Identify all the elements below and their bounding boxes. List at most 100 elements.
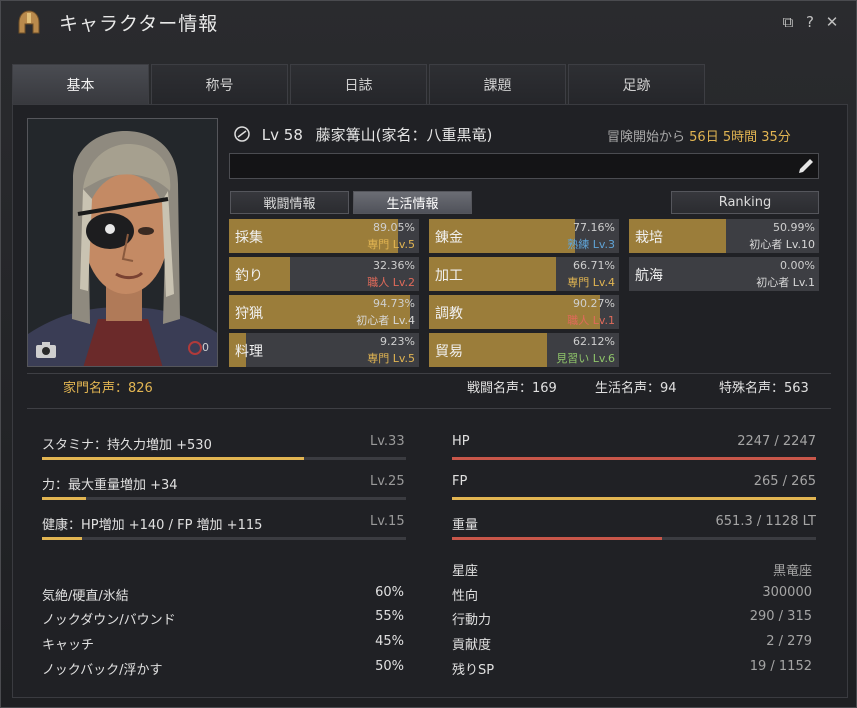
resist-label: キャッチ [42, 638, 95, 653]
resource-value: 651.3 / 1128 LT [715, 514, 816, 529]
introduction-field[interactable] [229, 153, 819, 179]
character-name: 藤家篝山(家名：八重黒竜) [315, 126, 493, 144]
life-skill-percent: 32.36% [373, 259, 415, 272]
tab-footprints[interactable]: 足跡 [568, 64, 705, 104]
life-skill-rank: 専門 Lv.4 [567, 276, 615, 289]
resist-value: 45% [375, 634, 404, 649]
life-skill-name: 錬金 [435, 230, 463, 246]
divider [27, 408, 831, 409]
resource-value: 2247 / 2247 [737, 434, 816, 449]
stat-progress-bar [42, 497, 406, 500]
stat-progress-fill [42, 497, 86, 500]
life-skill-rank: 職人 Lv.2 [367, 276, 415, 289]
life-skill-name: 航海 [635, 268, 663, 284]
resist-label: ノックダウン/バウンド [42, 613, 176, 628]
window-title: キャラクター情報 [59, 13, 219, 35]
resist-label: 気絶/硬直/氷結 [42, 589, 129, 604]
life-skill-name: 調教 [435, 306, 463, 322]
subtab-combat[interactable]: 戦闘情報 [230, 191, 349, 214]
character-header: Lv 58 藤家篝山(家名：八重黒竜) [233, 124, 492, 145]
life-skill-rank: 職人 Lv.1 [567, 314, 615, 327]
stat-level: Lv.15 [370, 514, 405, 529]
character-portrait[interactable] [27, 118, 218, 367]
special-fame: 特殊名声：563 [719, 381, 809, 396]
life-skill-rank: 初心者 Lv.10 [749, 238, 815, 251]
badge-count: 0 [202, 341, 209, 354]
life-skill-cell[interactable]: 錬金 77.16% 熟練 Lv.3 [429, 219, 619, 253]
life-skill-rank: 初心者 Lv.4 [356, 314, 415, 327]
helmet-icon [18, 10, 40, 34]
resist-value: 60% [375, 585, 404, 600]
adventure-value: 56日 5時間 35分 [689, 130, 791, 145]
help-button[interactable]: ? [801, 13, 819, 31]
info-label: 残りSP [452, 663, 495, 678]
info-label: 性向 [452, 589, 479, 604]
info-value: 黒竜座 [772, 564, 812, 579]
life-skill-name: 採集 [235, 230, 263, 246]
ranking-button[interactable]: Ranking [671, 191, 819, 214]
life-skill-rank: 初心者 Lv.1 [756, 276, 815, 289]
stat-label: 力：最大重量増加 +34 [42, 478, 178, 493]
life-skill-percent: 50.99% [773, 221, 815, 234]
tab-titles[interactable]: 称号 [151, 64, 288, 104]
life-skill-name: 狩猟 [235, 306, 263, 322]
resource-label: HP [452, 434, 470, 449]
title-bar[interactable]: キャラクター情報 ⧉ ? ✕ [1, 1, 856, 45]
info-label: 貢献度 [452, 638, 492, 653]
life-skill-rank: 専門 Lv.5 [367, 238, 415, 251]
stat-progress-fill [42, 537, 83, 540]
portrait-badge: 0 [188, 341, 216, 361]
life-skill-percent: 94.73% [373, 297, 415, 310]
character-level: Lv 58 [261, 126, 303, 144]
life-skill-rank: 見習い Lv.6 [556, 352, 615, 365]
life-skill-percent: 77.16% [573, 221, 615, 234]
character-info-window: キャラクター情報 ⧉ ? ✕ 基本 称号 日誌 課題 足跡 0 Lv 58 藤家… [0, 0, 857, 708]
life-skill-cell[interactable]: 調教 90.27% 職人 Lv.1 [429, 295, 619, 329]
resource-fill [452, 537, 663, 540]
combat-fame: 戦闘名声：169 [467, 381, 557, 396]
life-skill-percent: 0.00% [780, 259, 815, 272]
stat-progress-bar [42, 537, 406, 540]
life-skill-percent: 90.27% [573, 297, 615, 310]
life-skill-cell[interactable]: 貿易 62.12% 見習い Lv.6 [429, 333, 619, 367]
resource-bar [452, 497, 816, 500]
life-skill-name: 料理 [235, 344, 263, 360]
info-value: 2 / 279 [766, 634, 812, 649]
divider [27, 373, 831, 374]
life-skill-name: 加工 [435, 268, 463, 284]
info-value: 19 / 1152 [749, 659, 812, 674]
life-skill-cell[interactable]: 料理 9.23% 専門 Lv.5 [229, 333, 419, 367]
life-skill-cell[interactable]: 釣り 32.36% 職人 Lv.2 [229, 257, 419, 291]
pencil-icon[interactable] [796, 156, 816, 176]
close-button[interactable]: ✕ [823, 13, 841, 31]
resource-label: 重量 [452, 518, 479, 533]
resist-value: 55% [375, 609, 404, 624]
tab-basic[interactable]: 基本 [12, 64, 149, 104]
life-skill-cell[interactable]: 狩猟 94.73% 初心者 Lv.4 [229, 295, 419, 329]
life-skill-name: 釣り [235, 268, 263, 284]
resource-bar [452, 537, 816, 540]
life-skill-cell[interactable]: 栽培 50.99% 初心者 Lv.10 [629, 219, 819, 253]
subtab-life[interactable]: 生活情報 [353, 191, 472, 214]
tab-journal[interactable]: 日誌 [290, 64, 427, 104]
info-label: 星座 [452, 564, 479, 579]
life-skill-cell[interactable]: 採集 89.05% 専門 Lv.5 [229, 219, 419, 253]
life-skill-rank: 熟練 Lv.3 [567, 238, 615, 251]
life-fame: 生活名声：94 [595, 381, 677, 396]
camera-icon[interactable] [35, 341, 57, 359]
main-tabs: 基本 称号 日誌 課題 足跡 [12, 64, 848, 104]
life-skill-cell[interactable]: 航海 0.00% 初心者 Lv.1 [629, 257, 819, 291]
info-value: 300000 [762, 585, 812, 600]
badge-icon [188, 341, 202, 355]
resource-fill [452, 497, 816, 500]
life-skill-cell[interactable]: 加工 66.71% 専門 Lv.4 [429, 257, 619, 291]
window-mode-button[interactable]: ⧉ [779, 13, 797, 31]
resist-value: 50% [375, 659, 404, 674]
class-emblem-icon [234, 126, 250, 142]
life-skill-percent: 66.71% [573, 259, 615, 272]
resource-value: 265 / 265 [753, 474, 816, 489]
adventure-prefix: 冒険開始から [607, 130, 686, 145]
tab-challenges[interactable]: 課題 [429, 64, 566, 104]
stat-label: スタミナ：持久力増加 +530 [42, 438, 212, 453]
portrait-art [28, 119, 217, 366]
